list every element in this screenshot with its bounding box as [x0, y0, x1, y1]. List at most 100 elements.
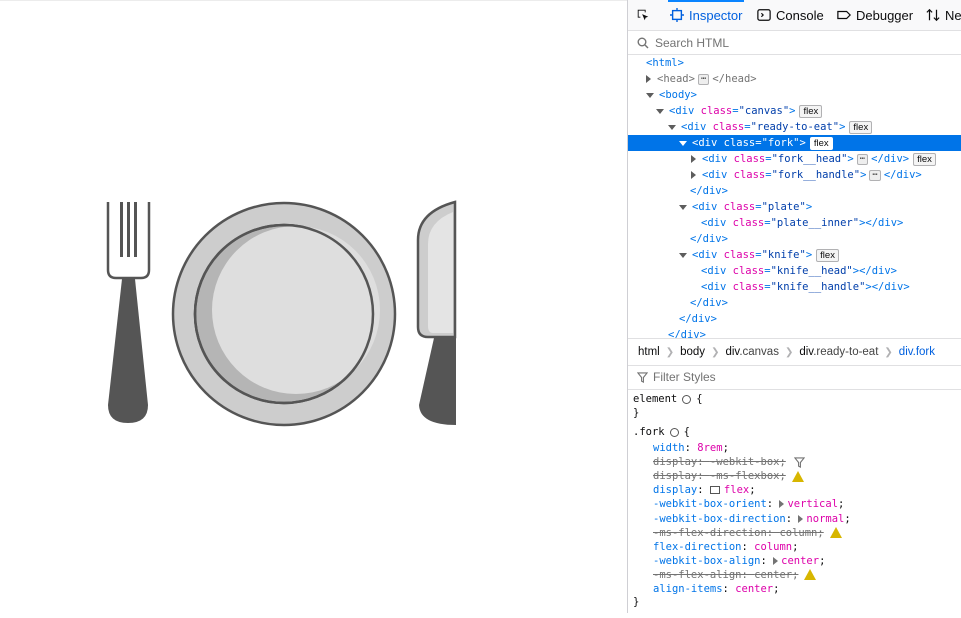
flex-badge[interactable]: flex — [849, 120, 873, 134]
element-picker-button[interactable] — [636, 0, 650, 30]
filter-styles-bar[interactable]: Filter Styles — [628, 365, 961, 390]
flex-badge[interactable]: flex — [799, 104, 823, 118]
css-declaration[interactable]: display: -ms-flexbox; — [653, 469, 804, 483]
property-name[interactable]: -webkit-box-align — [653, 555, 760, 567]
collapse-arrow-icon[interactable] — [646, 92, 654, 98]
flex-badge[interactable]: flex — [816, 248, 839, 262]
property-value[interactable]: 8rem — [697, 442, 722, 454]
property-value[interactable]: -webkit-box — [710, 456, 780, 468]
css-declaration[interactable]: display: -webkit-box; — [653, 455, 805, 469]
property-value[interactable]: column — [754, 541, 792, 553]
tab-inspector[interactable]: Inspector — [667, 0, 745, 30]
flexbox-highlighter-icon[interactable] — [709, 486, 720, 495]
semicolon: ; — [838, 498, 845, 511]
tree-node-plate[interactable]: <div class="plate"> — [628, 199, 961, 215]
tree-node-knife-close[interactable]: </div> — [628, 295, 961, 311]
css-declaration[interactable]: -webkit-box-direction: normal; — [653, 512, 851, 526]
breadcrumb-body[interactable]: body — [680, 346, 705, 358]
tree-node-html[interactable]: <html> — [628, 55, 961, 71]
search-html-input[interactable]: Search HTML — [655, 36, 729, 50]
tree-node-fork-head[interactable]: <div class="fork__head"> ⋯ </div> flex — [628, 151, 961, 167]
css-declaration[interactable]: -webkit-box-align: center; — [653, 554, 825, 568]
flex-badge[interactable]: flex — [913, 152, 936, 166]
gear-icon[interactable] — [669, 427, 679, 437]
tree-node-plate-close[interactable]: </div> — [628, 231, 961, 247]
tree-node-knife[interactable]: <div class="knife"> flex — [628, 247, 961, 263]
breadcrumb-tag: div — [725, 346, 740, 358]
tree-node-fork-close[interactable]: </div> — [628, 183, 961, 199]
flex-badge[interactable]: flex — [809, 136, 833, 150]
property-value[interactable]: center — [754, 569, 792, 581]
expand-arrow-icon[interactable] — [646, 75, 651, 83]
css-declaration[interactable]: -webkit-box-orient: vertical; — [653, 497, 844, 511]
tag-name: div — [698, 137, 718, 149]
css-declaration[interactable]: -ms-flex-direction: column; — [653, 526, 842, 540]
property-name[interactable]: display — [653, 470, 697, 482]
fork-tine — [127, 202, 130, 257]
tab-debugger[interactable]: Debugger — [837, 0, 913, 30]
tree-node-knife-head[interactable]: <div class="knife__head"></div> — [628, 263, 961, 279]
property-value[interactable]: -ms-flexbox — [710, 470, 780, 482]
collapse-arrow-icon[interactable] — [679, 204, 687, 210]
css-declaration[interactable]: align-items: center; — [653, 582, 779, 596]
gear-icon[interactable] — [682, 394, 692, 404]
tree-node-ready-to-eat[interactable]: <div class="ready-to-eat"> flex — [628, 119, 961, 135]
property-value[interactable]: vertical — [787, 498, 838, 510]
tree-node-canvas[interactable]: <div class="canvas"> flex — [628, 103, 961, 119]
tree-node-canvas-close[interactable]: </div> — [628, 327, 961, 338]
collapsed-content-button[interactable]: ⋯ — [856, 153, 869, 165]
collapse-arrow-icon[interactable] — [679, 140, 687, 146]
filter-styles-input[interactable]: Filter Styles — [653, 370, 716, 384]
colon: : — [697, 470, 710, 483]
collapse-arrow-icon[interactable] — [656, 108, 664, 114]
tree-node-plate-inner[interactable]: <div class="plate__inner"></div> — [628, 215, 961, 231]
tab-network[interactable]: Ne — [926, 0, 961, 30]
property-name[interactable]: -ms-flex-direction — [653, 527, 767, 539]
collapse-arrow-icon[interactable] — [668, 124, 676, 130]
property-name[interactable]: display — [653, 456, 697, 468]
tag-name: div — [698, 249, 718, 261]
tree-node-fork-selected[interactable]: <div class="fork"> flex — [628, 135, 961, 151]
breadcrumb-ready-to-eat[interactable]: div.ready-to-eat — [799, 346, 878, 358]
property-value[interactable]: column — [779, 527, 817, 539]
warning-icon[interactable] — [791, 470, 804, 482]
css-declaration[interactable]: -ms-flex-align: center; — [653, 568, 817, 582]
collapsed-content-button[interactable]: ⋯ — [869, 169, 881, 181]
expand-arrow-icon[interactable] — [691, 155, 696, 163]
css-declaration[interactable]: width: 8rem; — [653, 441, 729, 455]
attr-name: class — [733, 169, 766, 181]
tab-console[interactable]: Console — [757, 0, 824, 30]
tree-node-knife-handle[interactable]: <div class="knife__handle"></div> — [628, 279, 961, 295]
breadcrumb-html[interactable]: html — [638, 346, 660, 358]
css-declaration[interactable]: display: flex; — [653, 483, 756, 497]
property-value[interactable]: center — [735, 583, 773, 595]
breadcrumb-tag: div — [799, 346, 814, 358]
property-name[interactable]: -webkit-box-direction — [653, 513, 786, 525]
semicolon: ; — [817, 526, 824, 539]
colon: : — [741, 540, 755, 553]
tree-node-fork-handle[interactable]: <div class="fork__handle"> ⋯ </div> — [628, 167, 961, 183]
property-value[interactable]: normal — [806, 513, 844, 525]
css-declaration[interactable]: flex-direction: column; — [653, 540, 798, 554]
property-name[interactable]: -ms-flex-align — [653, 569, 742, 581]
property-name[interactable]: flex-direction — [653, 541, 742, 553]
expand-arrow-icon[interactable] — [691, 171, 696, 179]
search-html-bar[interactable]: Search HTML — [628, 31, 961, 55]
filter-icon[interactable] — [793, 456, 805, 468]
collapsed-content-button[interactable]: ⋯ — [697, 73, 710, 85]
warning-icon[interactable] — [804, 569, 817, 581]
property-name[interactable]: -webkit-box-orient — [653, 498, 767, 510]
tag-text: </div> — [871, 153, 910, 165]
property-name[interactable]: width — [653, 442, 685, 454]
property-value[interactable]: center — [781, 555, 819, 567]
tree-node-head[interactable]: <head> ⋯ </head> — [628, 71, 961, 87]
property-name[interactable]: display — [653, 484, 697, 496]
warning-icon[interactable] — [829, 527, 842, 539]
breadcrumb-fork[interactable]: div.fork — [899, 346, 935, 358]
property-value[interactable]: flex — [724, 484, 749, 496]
tree-node-body[interactable]: <body> — [628, 87, 961, 103]
collapse-arrow-icon[interactable] — [679, 252, 687, 258]
tree-node-ready-close[interactable]: </div> — [628, 311, 961, 327]
property-name[interactable]: align-items — [653, 583, 723, 595]
breadcrumb-canvas[interactable]: div.canvas — [725, 346, 779, 358]
